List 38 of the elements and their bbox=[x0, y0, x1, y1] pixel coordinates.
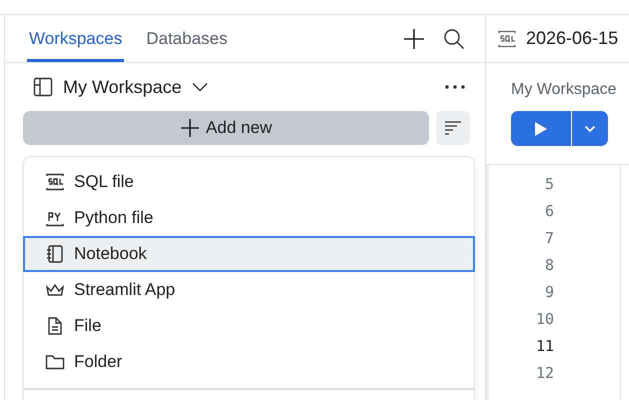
editor-tab-title[interactable]: 2026-06-15 bbox=[526, 28, 618, 49]
chevron-down-icon[interactable] bbox=[192, 82, 208, 92]
line-number: 8 bbox=[544, 255, 554, 276]
sql-icon bbox=[496, 30, 518, 48]
chevron-down-icon bbox=[584, 124, 596, 132]
sort-icon bbox=[444, 121, 462, 135]
line-number: 5 bbox=[544, 174, 554, 195]
search-icon bbox=[443, 28, 465, 50]
menu-item[interactable]: Python file bbox=[23, 200, 475, 236]
line-number: 12 bbox=[534, 363, 554, 384]
menu-item[interactable]: Folder bbox=[23, 344, 475, 380]
plus-icon bbox=[180, 118, 200, 138]
file-icon bbox=[47, 316, 63, 336]
sort-button[interactable] bbox=[436, 111, 470, 145]
line-number: 9 bbox=[544, 282, 554, 303]
crown-icon bbox=[45, 282, 65, 298]
tab[interactable]: Workspaces bbox=[27, 15, 124, 62]
more-icon[interactable] bbox=[445, 85, 465, 89]
tab[interactable]: Databases bbox=[144, 15, 230, 62]
run-options-button[interactable] bbox=[572, 111, 608, 146]
workspace-name[interactable]: My Workspace bbox=[63, 76, 182, 98]
add-new-button[interactable]: Add new bbox=[23, 111, 429, 145]
line-number: 7 bbox=[544, 228, 554, 249]
line-number: 11 bbox=[534, 336, 554, 357]
menu-item[interactable]: File bbox=[23, 308, 475, 344]
workspace-label: My Workspace bbox=[511, 81, 617, 98]
run-button[interactable] bbox=[511, 111, 571, 146]
sql-icon bbox=[45, 173, 65, 191]
notebook-icon bbox=[45, 244, 65, 264]
menu-item[interactable]: SQL file bbox=[23, 164, 475, 200]
folder-icon bbox=[45, 354, 65, 370]
play-icon bbox=[534, 120, 548, 136]
menu-item[interactable]: Notebook bbox=[23, 236, 475, 272]
layout-icon bbox=[33, 77, 53, 97]
line-number: 10 bbox=[534, 309, 554, 330]
plus-icon bbox=[403, 28, 425, 50]
line-number: 6 bbox=[544, 201, 554, 222]
menu-item[interactable]: Streamlit App bbox=[23, 272, 475, 308]
